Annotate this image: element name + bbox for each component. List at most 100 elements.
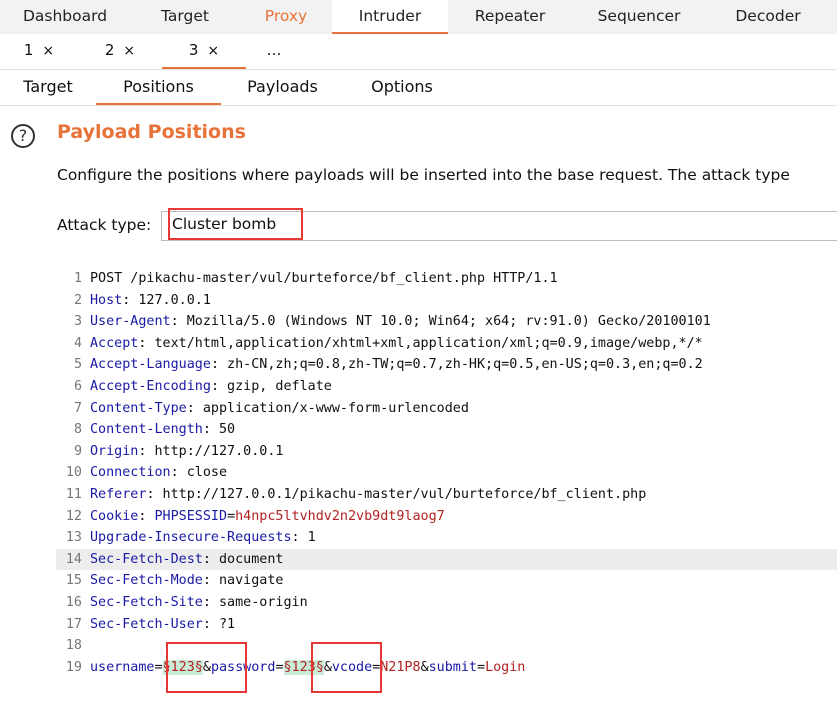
intruder-tab-bar: Target Positions Payloads Options (0, 70, 837, 106)
line-number: 5 (73, 357, 82, 373)
tab-intruder-target[interactable]: Target (0, 70, 96, 105)
tab-options[interactable]: Options (344, 70, 460, 105)
section-description: Configure the positions where payloads w… (57, 166, 790, 184)
header-name: Accept-Encoding (90, 379, 211, 394)
close-icon[interactable]: × (42, 43, 54, 59)
header-line: 4 Accept: text/html,application/xhtml+xml… (56, 333, 837, 355)
line-number: 13 (65, 530, 82, 546)
header-line: 6 Accept-Encoding: gzip, deflate (56, 376, 837, 398)
header-value: : 50 (202, 422, 236, 438)
header-value: : http://127.0.0.1 (138, 443, 284, 459)
header-value: : document (202, 551, 284, 567)
attack-type-label: Attack type: (57, 216, 152, 234)
header-value: : gzip, deflate (210, 379, 332, 394)
line-number: 14 (65, 551, 82, 567)
header-line: 2 Host: 127.0.0.1 (56, 290, 837, 312)
payload-highlight-box (166, 642, 247, 693)
attack-type-value: Cluster bomb (172, 215, 277, 233)
line-number: 12 (65, 508, 82, 524)
header-value: : 127.0.0.1 (122, 292, 211, 308)
header-name: Content-Length (90, 422, 203, 438)
attack-tab-label: 3 (188, 41, 199, 59)
header-separator: : (138, 508, 155, 524)
header-name: Accept (90, 335, 139, 351)
help-icon[interactable]: ? (11, 124, 35, 148)
line-number: 16 (65, 595, 82, 610)
header-value: : navigate (202, 573, 284, 589)
attack-tab-bar: 1 × 2 × 3 × … (0, 34, 837, 70)
line-number: 15 (65, 573, 82, 589)
header-value: : http://127.0.0.1/pikachu-master/vul/bu… (146, 487, 647, 502)
header-value: : 1 (291, 530, 316, 546)
header-name: Host (90, 292, 123, 308)
header-line: 17 Sec-Fetch-User: ?1 (56, 614, 837, 636)
header-line: 7 Content-Type: application/x-www-form-ur… (56, 398, 837, 420)
header-value: : ?1 (202, 616, 236, 632)
header-line: 15 Sec-Fetch-Mode: navigate (56, 570, 837, 592)
header-name: Connection (90, 465, 171, 481)
line-number: 3 (73, 314, 82, 330)
tab-sequencer[interactable]: Sequencer (572, 0, 706, 34)
cookie-equals: = (227, 508, 236, 524)
header-name: Sec-Fetch-Mode (90, 573, 203, 589)
line-number: 10 (65, 465, 82, 481)
request-editor[interactable]: 1 POST /pikachu-master/vul/burteforce/bf_… (56, 262, 837, 705)
line-number: 7 (73, 400, 82, 416)
line-number: 17 (65, 616, 82, 632)
close-icon[interactable]: × (207, 43, 219, 59)
header-name: User-Agent (90, 314, 171, 330)
header-name: Upgrade-Insecure-Requests (90, 530, 292, 546)
line-number: 8 (73, 422, 82, 438)
line-number: 2 (73, 292, 82, 308)
new-attack-tab[interactable]: … (246, 34, 302, 69)
tab-positions[interactable]: Positions (96, 70, 221, 105)
attack-tab-1[interactable]: 1 × (0, 34, 78, 69)
tab-repeater[interactable]: Repeater (448, 0, 572, 34)
line-number: 19 (65, 659, 82, 675)
header-value: : application/x-www-form-urlencoded (186, 400, 469, 416)
line-number: 9 (73, 443, 82, 459)
attack-tab-label: 2 (104, 41, 115, 59)
header-line: 3 User-Agent: Mozilla/5.0 (Windows NT 10.… (56, 311, 837, 333)
tab-proxy[interactable]: Proxy (240, 0, 332, 34)
main-tab-bar: Dashboard Target Proxy Intruder Repeater… (0, 0, 837, 34)
line-number: 4 (73, 335, 82, 351)
request-line-text: POST /pikachu-master/vul/burteforce/bf_c… (90, 271, 558, 286)
param-name: username (90, 659, 155, 675)
tab-dashboard[interactable]: Dashboard (0, 0, 130, 34)
attack-tab-label: 1 (23, 41, 34, 59)
header-name: Origin (90, 443, 139, 459)
header-line: 13 Upgrade-Insecure-Requests: 1 (56, 527, 837, 549)
header-name: Content-Type (90, 400, 187, 416)
header-name: Accept-Language (90, 357, 211, 373)
close-icon[interactable]: × (123, 43, 135, 59)
header-line: 9 Origin: http://127.0.0.1 (56, 441, 837, 463)
tab-decoder[interactable]: Decoder (706, 0, 830, 34)
tab-intruder[interactable]: Intruder (332, 0, 448, 34)
tab-payloads[interactable]: Payloads (221, 70, 344, 105)
header-value: : Mozilla/5.0 (Windows NT 10.0; Win64; x… (170, 314, 711, 330)
line-number: 11 (65, 487, 82, 502)
line-number: 1 (73, 271, 82, 286)
param-equals: = (154, 659, 163, 675)
header-name: Cookie (90, 508, 139, 524)
section-title: Payload Positions (57, 121, 246, 143)
header-name: Sec-Fetch-User (90, 616, 203, 632)
request-line: 1 POST /pikachu-master/vul/burteforce/bf_… (56, 268, 837, 290)
payload-highlight-box (311, 642, 382, 693)
attack-tab-label: … (266, 41, 282, 59)
header-name: Referer (90, 487, 147, 502)
attack-tab-3[interactable]: 3 × (162, 34, 246, 69)
header-line: 14 Sec-Fetch-Dest: document (56, 548, 837, 571)
header-line: 5 Accept-Language: zh-CN,zh;q=0.8,zh-TW;q… (56, 354, 837, 376)
tab-target[interactable]: Target (130, 0, 240, 34)
param-value: N21P8 (380, 659, 421, 675)
header-name: Sec-Fetch-Dest (90, 551, 203, 567)
header-value: : same-origin (202, 595, 308, 610)
attack-tab-2[interactable]: 2 × (78, 34, 162, 69)
param-name: submit (428, 659, 477, 675)
param-value: Login (485, 659, 526, 675)
param-equals: = (275, 659, 284, 675)
param-separator: & (420, 659, 429, 675)
param-equals: = (477, 659, 486, 675)
